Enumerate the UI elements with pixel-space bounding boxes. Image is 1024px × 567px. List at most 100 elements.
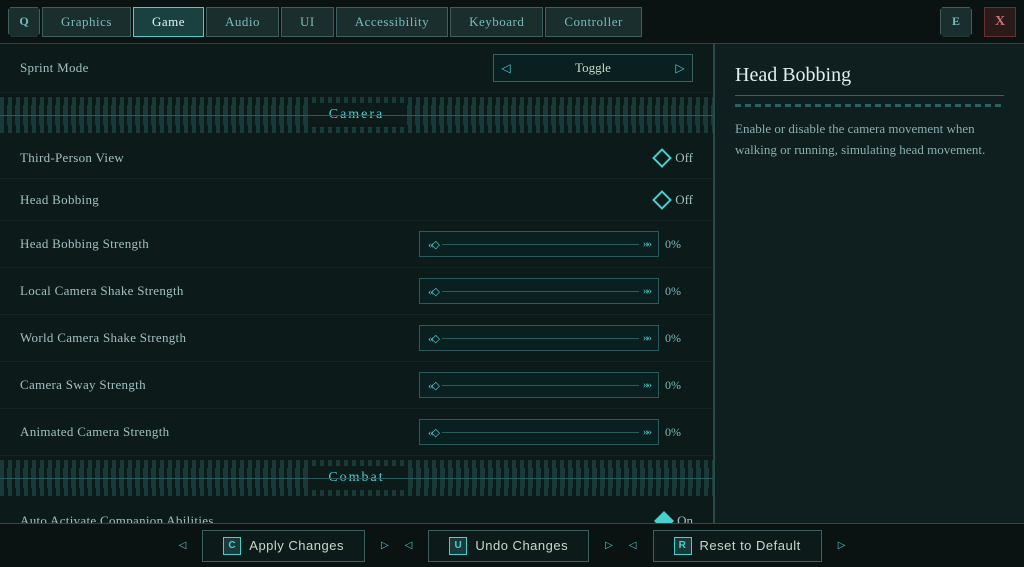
head-bobbing-strength-control: «◇ »» 0%	[419, 231, 693, 257]
undo-key: U	[449, 537, 467, 555]
top-navigation: Q Graphics Game Audio UI Accessibility K…	[0, 0, 1024, 44]
combat-pattern-right	[405, 468, 713, 488]
sprint-mode-value: Toggle	[518, 60, 668, 76]
animated-camera-control: «◇ »» 0%	[419, 419, 693, 445]
sprint-mode-toggle[interactable]: ◁ Toggle ▷	[493, 54, 693, 82]
apply-label: Apply Changes	[249, 538, 344, 553]
sway-slider-track	[442, 385, 639, 386]
undo-label: Undo Changes	[475, 538, 568, 553]
camera-sway-slider[interactable]: «◇ »»	[419, 372, 659, 398]
main-content: Sprint Mode ◁ Toggle ▷ Camera Third-Pers…	[0, 44, 1024, 523]
auto-activate-toggle[interactable]: On	[657, 513, 693, 524]
reset-left-chevron: ◁	[629, 540, 637, 551]
animated-slider-right-arrows[interactable]: »»	[643, 426, 650, 438]
world-camera-slider[interactable]: «◇ »»	[419, 325, 659, 351]
reset-to-default-button[interactable]: R Reset to Default	[653, 530, 822, 562]
reset-label: Reset to Default	[700, 538, 801, 553]
animated-camera-label: Animated Camera Strength	[20, 424, 419, 440]
auto-activate-label: Auto Activate Companion Abilities	[20, 513, 657, 524]
animated-camera-slider[interactable]: «◇ »»	[419, 419, 659, 445]
settings-panel: Sprint Mode ◁ Toggle ▷ Camera Third-Pers…	[0, 44, 714, 523]
local-slider-right-arrows[interactable]: »»	[643, 285, 650, 297]
local-slider-track	[442, 291, 639, 292]
third-person-value: Off	[675, 150, 693, 166]
section-pattern-right	[404, 105, 713, 125]
combat-section-label: Combat	[308, 466, 404, 490]
tab-keyboard[interactable]: Keyboard	[450, 7, 543, 37]
world-camera-shake-value: 0%	[665, 331, 693, 346]
head-bobbing-toggle[interactable]: Off	[655, 192, 693, 208]
third-person-view-row: Third-Person View Off	[0, 137, 713, 179]
sprint-arrow-right[interactable]: ▷	[668, 54, 692, 82]
camera-sway-row: Camera Sway Strength «◇ »» 0%	[0, 362, 713, 409]
animated-camera-value: 0%	[665, 425, 693, 440]
tab-ui[interactable]: UI	[281, 7, 334, 37]
right-chevron: ▷	[838, 540, 846, 551]
slider-right-arrows[interactable]: »»	[643, 238, 650, 250]
camera-sway-label: Camera Sway Strength	[20, 377, 419, 393]
camera-section-label: Camera	[309, 103, 405, 127]
local-camera-slider[interactable]: «◇ »»	[419, 278, 659, 304]
sprint-mode-row: Sprint Mode ◁ Toggle ▷	[0, 44, 713, 93]
world-slider-track	[442, 338, 639, 339]
info-panel: Head Bobbing Enable or disable the camer…	[714, 44, 1024, 523]
left-chevron: ◁	[179, 540, 187, 551]
head-bobbing-slider[interactable]: «◇ »»	[419, 231, 659, 257]
camera-sway-value: 0%	[665, 378, 693, 393]
sprint-arrow-left[interactable]: ◁	[494, 54, 518, 82]
tab-audio[interactable]: Audio	[206, 7, 279, 37]
world-camera-shake-row: World Camera Shake Strength «◇ »» 0%	[0, 315, 713, 362]
animated-slider-left-arrows[interactable]: «◇	[428, 426, 438, 439]
reset-key: R	[674, 537, 692, 555]
third-person-toggle[interactable]: Off	[655, 150, 693, 166]
auto-activate-value: On	[677, 513, 693, 524]
undo-changes-button[interactable]: U Undo Changes	[428, 530, 589, 562]
head-bobbing-diamond-icon	[652, 190, 672, 210]
tab-accessibility[interactable]: Accessibility	[336, 7, 448, 37]
head-bobbing-value: Off	[675, 192, 693, 208]
middle-right-chevron: ▷	[381, 540, 389, 551]
info-description: Enable or disable the camera movement wh…	[735, 119, 1004, 161]
head-bobbing-strength-row: Head Bobbing Strength «◇ »» 0%	[0, 221, 713, 268]
local-camera-shake-row: Local Camera Shake Strength «◇ »» 0%	[0, 268, 713, 315]
nav-left-key[interactable]: Q	[8, 7, 40, 37]
close-button[interactable]: X	[984, 7, 1016, 37]
third-person-view-label: Third-Person View	[20, 150, 655, 166]
slider-track	[442, 244, 639, 245]
local-camera-shake-control: «◇ »» 0%	[419, 278, 693, 304]
world-slider-right-arrows[interactable]: »»	[643, 332, 650, 344]
animated-slider-track	[442, 432, 639, 433]
third-person-diamond-icon	[652, 148, 672, 168]
tab-game[interactable]: Game	[133, 7, 204, 37]
animated-camera-row: Animated Camera Strength «◇ »» 0%	[0, 409, 713, 456]
head-bobbing-strength-value: 0%	[665, 237, 693, 252]
head-bobbing-strength-label: Head Bobbing Strength	[20, 236, 419, 252]
undo-right-chevron: ▷	[605, 540, 613, 551]
combat-section-divider: Combat	[0, 460, 713, 496]
local-slider-left-arrows[interactable]: «◇	[428, 285, 438, 298]
apply-changes-button[interactable]: C Apply Changes	[202, 530, 365, 562]
tab-controller[interactable]: Controller	[545, 7, 641, 37]
apply-key: C	[223, 537, 241, 555]
slider-left-arrows[interactable]: «◇	[428, 238, 438, 251]
nav-right-key[interactable]: E	[940, 7, 972, 37]
tab-graphics[interactable]: Graphics	[42, 7, 131, 37]
world-camera-shake-label: World Camera Shake Strength	[20, 330, 419, 346]
info-divider	[735, 104, 1004, 107]
sprint-mode-control[interactable]: ◁ Toggle ▷	[493, 54, 693, 82]
sway-slider-right-arrows[interactable]: »»	[643, 379, 650, 391]
sway-slider-left-arrows[interactable]: «◇	[428, 379, 438, 392]
bottom-bar: ◁ C Apply Changes ▷ ◁ U Undo Changes ▷ ◁…	[0, 523, 1024, 567]
local-camera-shake-value: 0%	[665, 284, 693, 299]
auto-activate-diamond-icon	[654, 511, 674, 523]
auto-activate-row: Auto Activate Companion Abilities On	[0, 500, 713, 523]
combat-pattern-left	[0, 468, 308, 488]
sprint-mode-label: Sprint Mode	[20, 60, 493, 76]
local-camera-shake-label: Local Camera Shake Strength	[20, 283, 419, 299]
world-slider-left-arrows[interactable]: «◇	[428, 332, 438, 345]
camera-sway-control: «◇ »» 0%	[419, 372, 693, 398]
camera-section-divider: Camera	[0, 97, 713, 133]
info-title: Head Bobbing	[735, 64, 1004, 96]
middle-left-chevron: ◁	[405, 540, 413, 551]
head-bobbing-label: Head Bobbing	[20, 192, 655, 208]
